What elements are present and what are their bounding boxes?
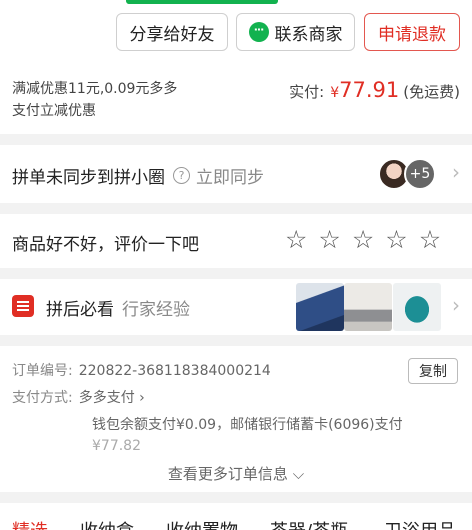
- paid-label: 实付:: [289, 83, 325, 101]
- contact-merchant-button[interactable]: 联系商家: [236, 13, 355, 51]
- paid-amount-row: 实付: ¥ 77.91 (免运费): [289, 78, 460, 102]
- discount-info: 满减优惠11元,0.09元多多 支付立减优惠: [12, 78, 212, 122]
- tab-bathroom[interactable]: 卫浴用品: [384, 517, 456, 530]
- copy-order-number-button[interactable]: 复制: [408, 358, 458, 384]
- discount-line-2: 支付立减优惠: [12, 103, 96, 119]
- free-shipping-note: (免运费): [403, 83, 460, 101]
- category-tabs: 精选 收纳盒 收纳置物 茶器/茶瓶 卫浴用品: [0, 503, 472, 530]
- after-purchase-label: 拼后必看: [46, 300, 114, 320]
- tab-featured[interactable]: 精选: [12, 517, 48, 530]
- paid-amount: 77.91: [339, 78, 400, 102]
- request-refund-button[interactable]: 申请退款: [364, 13, 460, 51]
- share-button[interactable]: 分享给好友: [116, 13, 228, 51]
- star-icon[interactable]: ☆: [385, 226, 407, 254]
- payment-method: 多多支付 ›: [78, 390, 145, 406]
- order-info: 订单编号: 220822-368118384000214 复制 支付方式: 多多支付…: [0, 346, 472, 492]
- payment-method-label: 支付方式:: [12, 390, 73, 406]
- payment-total: ¥77.82: [92, 438, 141, 454]
- sync-to-circle-row[interactable]: 拼单未同步到拼小圈 ? 立即同步 +5 ›: [0, 145, 472, 203]
- share-button-label: 分享给好友: [129, 24, 215, 45]
- chat-bubble-icon: [248, 22, 269, 42]
- sync-status-text: 拼单未同步到拼小圈: [12, 168, 165, 188]
- order-number: 220822-368118384000214: [78, 363, 271, 379]
- member-count-badge: +5: [404, 158, 436, 190]
- order-number-row: 订单编号: 220822-368118384000214: [12, 360, 271, 380]
- payment-detail: 钱包余额支付¥0.09，邮储银行储蓄卡(6096)支付: [92, 417, 403, 433]
- contact-merchant-label: 联系商家: [274, 24, 343, 45]
- tab-storage-shelf[interactable]: 收纳置物: [166, 517, 238, 530]
- request-refund-label: 申请退款: [378, 24, 446, 45]
- after-purchase-title: 拼后必看 行家经验: [46, 295, 190, 320]
- star-icon[interactable]: ☆: [352, 226, 374, 254]
- chevron-right-icon: ›: [452, 293, 460, 317]
- rating-prompt: 商品好不好，评价一下吧: [12, 235, 199, 255]
- tab-tea-ware[interactable]: 茶器/茶瓶: [270, 517, 348, 530]
- list-icon: [12, 295, 34, 317]
- star-rating[interactable]: ☆ ☆ ☆ ☆ ☆: [285, 226, 441, 254]
- product-thumbnail[interactable]: [344, 283, 392, 331]
- rating-row: 商品好不好，评价一下吧 ☆ ☆ ☆ ☆ ☆: [0, 214, 472, 268]
- view-more-order-info-link[interactable]: 查看更多订单信息 ⌵: [0, 463, 472, 484]
- star-icon[interactable]: ☆: [285, 226, 307, 254]
- product-thumbnail[interactable]: [296, 283, 344, 331]
- payment-method-row[interactable]: 支付方式: 多多支付 ›: [12, 387, 145, 407]
- product-thumbnail[interactable]: [393, 283, 441, 331]
- star-icon[interactable]: ☆: [318, 226, 340, 254]
- payment-summary: 满减优惠11元,0.09元多多 支付立减优惠 实付: ¥ 77.91 (免运费): [0, 64, 472, 134]
- order-actions-bar: 分享给好友 联系商家 申请退款: [0, 0, 472, 64]
- sync-now-link[interactable]: 立即同步: [196, 163, 264, 188]
- expert-experience-label: 行家经验: [122, 300, 190, 320]
- discount-line-1: 满减优惠11元,0.09元多多: [12, 81, 178, 97]
- chevron-right-icon: ›: [452, 160, 460, 184]
- sync-title: 拼单未同步到拼小圈 ? 立即同步: [12, 163, 264, 188]
- after-purchase-tips-row[interactable]: 拼后必看 行家经验 ›: [0, 279, 472, 335]
- currency-symbol: ¥: [330, 85, 340, 101]
- confirm-button-edge[interactable]: [126, 0, 278, 4]
- star-icon[interactable]: ☆: [419, 226, 441, 254]
- order-number-label: 订单编号:: [12, 363, 73, 379]
- tab-storage-box[interactable]: 收纳盒: [80, 517, 134, 530]
- question-icon[interactable]: ?: [173, 167, 190, 184]
